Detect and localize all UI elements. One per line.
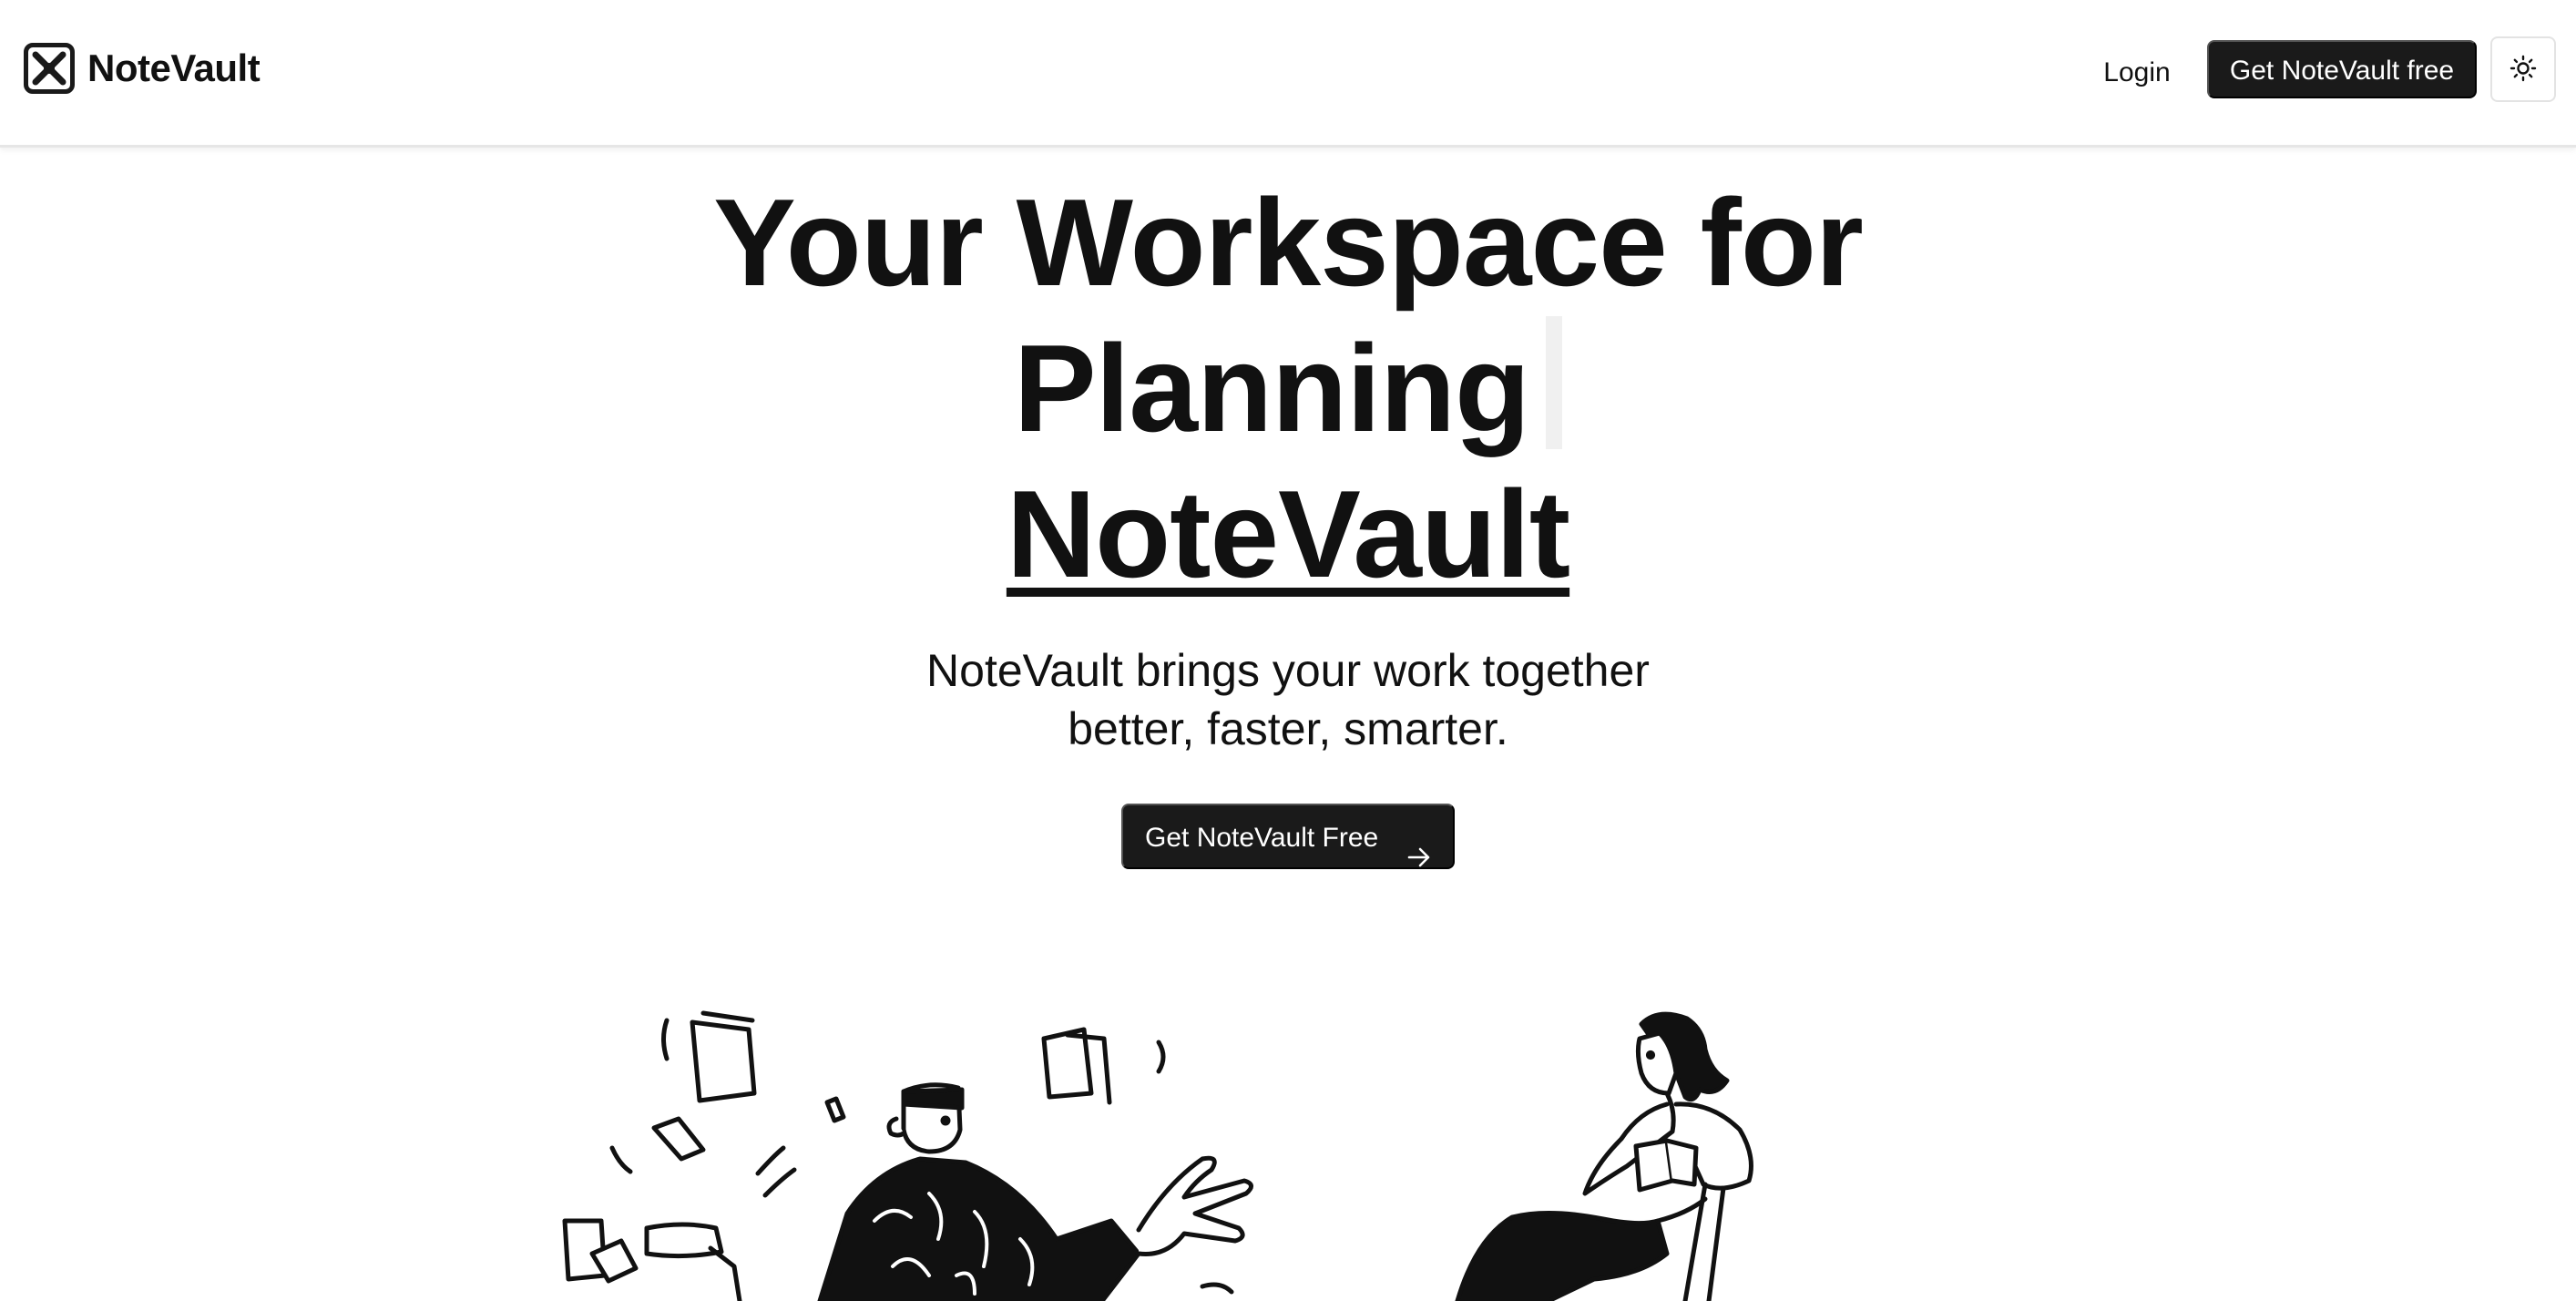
hero-cta-button[interactable]: Get NoteVault Free <box>1121 804 1455 869</box>
hero-brand-word: NoteVault <box>1006 465 1570 603</box>
hero-title-line3: NoteVault <box>0 461 2576 607</box>
hero-cta-label: Get NoteVault Free <box>1145 823 1379 853</box>
logo[interactable]: NoteVault <box>24 43 261 94</box>
sun-icon <box>2510 55 2537 85</box>
hero-subtitle-line2: better, faster, smarter. <box>1068 703 1508 754</box>
typing-cursor <box>1546 316 1563 449</box>
hero-title: Your Workspace for Planning NoteVault <box>0 169 2576 607</box>
illustration-reading-person <box>1455 1011 1753 1301</box>
hero-title-line1: Your Workspace for <box>713 173 1864 312</box>
typed-word: Planning <box>1013 319 1530 457</box>
theme-toggle-button[interactable] <box>2490 36 2556 102</box>
get-notevault-free-button[interactable]: Get NoteVault free <box>2207 40 2477 98</box>
hero-title-line2: Planning <box>0 315 2576 461</box>
logo-icon <box>24 43 75 94</box>
arrow-right-icon <box>1407 827 1431 893</box>
top-nav: NoteVault Login Get NoteVault free <box>0 0 2576 148</box>
hero-subtitle-line1: NoteVault brings your work together <box>926 645 1650 696</box>
hero-subtitle: NoteVault brings your work together bett… <box>820 641 1756 758</box>
illustration-papers-person <box>562 1010 1253 1301</box>
login-link[interactable]: Login <box>2093 47 2181 98</box>
brand-name: NoteVault <box>87 46 261 89</box>
